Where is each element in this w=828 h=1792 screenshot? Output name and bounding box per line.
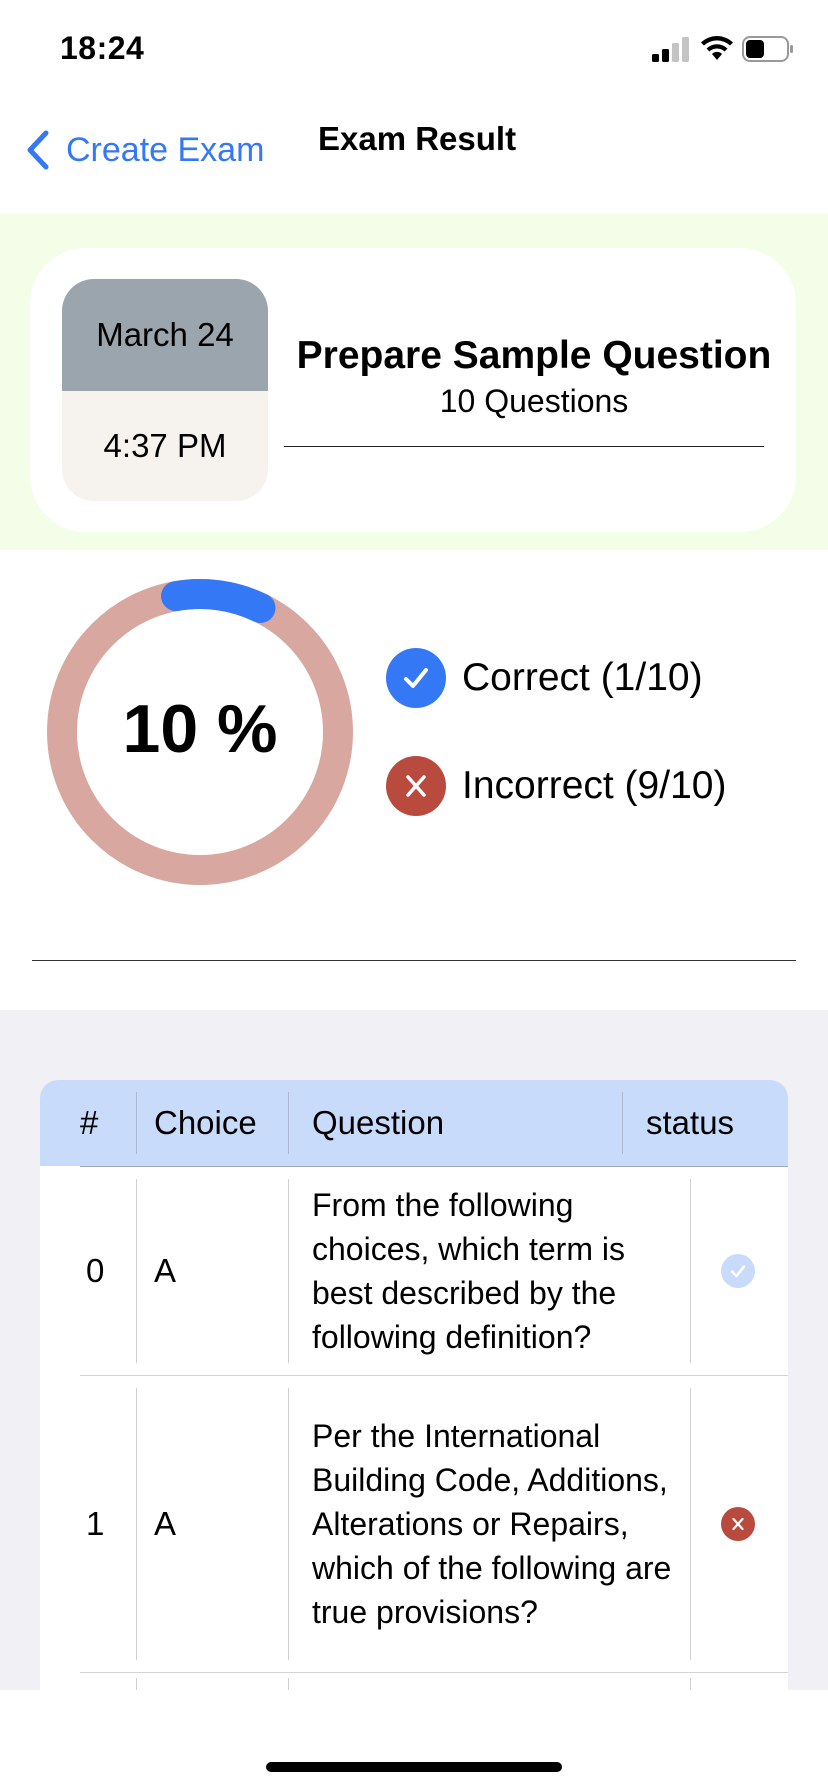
row-choice: A [154,1252,177,1289]
column-header-choice: Choice [154,1104,257,1141]
row-choice: A [154,1505,177,1542]
checkmark-icon [386,648,446,708]
exam-date: March 24 [62,279,268,391]
table-row[interactable]: 1 A Per the International Building Code,… [40,1376,788,1672]
results-table: # Choice Question status 0 A From the fo… [40,1080,788,1690]
column-separator [622,1092,623,1154]
column-separator [136,1678,137,1690]
exam-time: 4:37 PM [62,391,268,501]
page-title: Exam Result [318,120,517,157]
row-status [708,1376,768,1672]
column-separator [288,1179,289,1363]
home-indicator[interactable] [266,1762,562,1772]
exam-date-box: March 24 4:37 PM [62,279,268,501]
back-button[interactable]: Create Exam [24,120,264,180]
column-separator [136,1179,137,1363]
battery-icon [742,36,793,62]
exam-question-count: 10 Questions [439,383,629,419]
column-header-status: status [646,1104,735,1141]
legend-incorrect-label: Incorrect (9/10) [462,764,727,807]
back-button-label: Create Exam [66,130,265,169]
row-question: From the following choices, which term i… [312,1187,625,1355]
table-row[interactable]: 0 A From the following choices, which te… [40,1167,788,1375]
bottom-area [0,1690,828,1792]
divider [284,446,764,447]
legend-correct-label: Correct (1/10) [462,656,703,699]
status-bar: 18:24 [0,0,828,100]
table-header: # Choice Question status [40,1080,788,1166]
divider [32,960,796,961]
chevron-left-icon [27,130,49,170]
column-separator [288,1388,289,1660]
legend-correct: Correct (1/10) [386,648,703,708]
x-mark-icon [386,756,446,816]
row-question: Per the International Building Code, Add… [312,1418,672,1630]
column-header-question: Question [312,1104,445,1141]
column-separator [136,1092,137,1154]
wifi-icon [701,36,733,60]
row-status [708,1167,768,1375]
status-time: 18:24 [60,30,145,66]
divider [80,1672,788,1673]
column-separator [136,1388,137,1660]
row-number: 1 [86,1505,105,1542]
score-percent: 10 % [122,691,278,767]
column-separator [690,1179,691,1363]
cellular-signal-icon [652,37,689,62]
column-separator [288,1678,289,1690]
column-separator [690,1388,691,1660]
exam-name: Prepare Sample Question [296,334,772,377]
row-number: 0 [86,1252,105,1289]
column-header-number: # [80,1104,99,1141]
x-mark-icon [721,1507,755,1541]
column-separator [690,1678,691,1690]
column-separator [288,1092,289,1154]
legend-incorrect: Incorrect (9/10) [386,756,726,816]
score-ring-progress [161,579,276,623]
checkmark-icon [721,1254,755,1288]
